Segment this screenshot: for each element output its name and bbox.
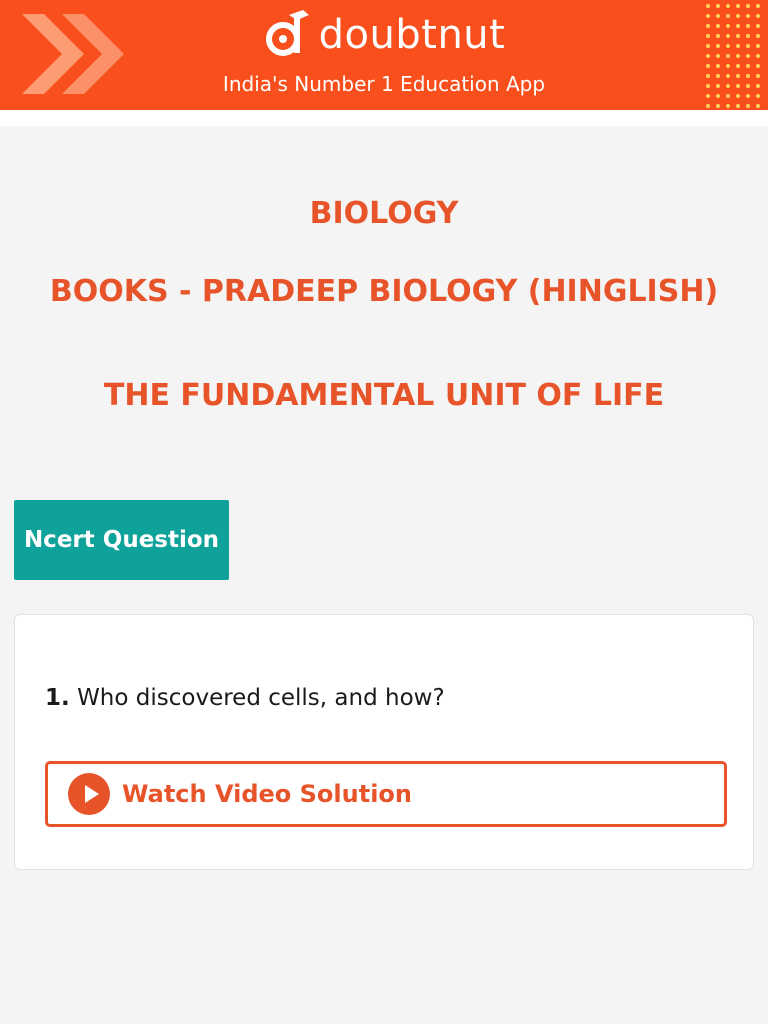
question-card: 1. Who discovered cells, and how? Watch … bbox=[14, 614, 754, 870]
doubtnut-logo-icon bbox=[265, 10, 309, 56]
brand-logo[interactable]: doubtnut bbox=[0, 10, 768, 64]
app-header: doubtnut India's Number 1 Education App bbox=[0, 0, 768, 110]
section-badge-label: Ncert Question bbox=[23, 527, 220, 553]
watch-video-solution-button[interactable]: Watch Video Solution bbox=[45, 761, 727, 827]
brand-tagline: India's Number 1 Education App bbox=[222, 72, 546, 96]
question-text: Who discovered cells, and how? bbox=[77, 685, 445, 711]
section-badge: Ncert Question bbox=[14, 500, 229, 580]
subject-title: BIOLOGY bbox=[309, 196, 459, 231]
question-number: 1. bbox=[45, 685, 70, 711]
question-text-row: 1. Who discovered cells, and how? bbox=[45, 685, 445, 711]
chapter-title: THE FUNDAMENTAL UNIT OF LIFE bbox=[103, 378, 665, 413]
book-title: BOOKS - PRADEEP BIOLOGY (HINGLISH) bbox=[49, 274, 719, 309]
header-divider bbox=[0, 110, 768, 126]
watch-video-solution-label: Watch Video Solution bbox=[122, 780, 412, 808]
brand-name: doubtnut bbox=[318, 12, 506, 58]
play-icon bbox=[68, 773, 110, 815]
